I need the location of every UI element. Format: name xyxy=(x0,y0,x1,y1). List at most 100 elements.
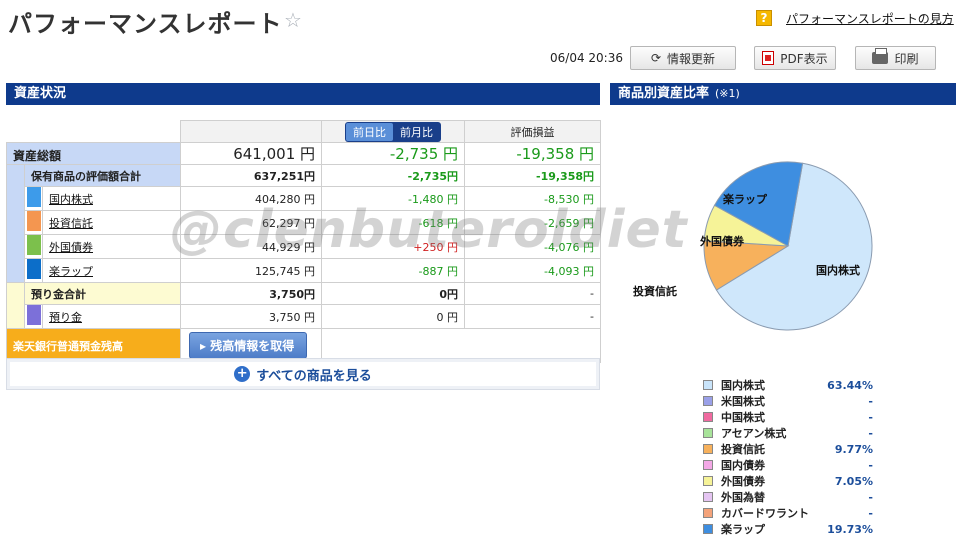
item-swatch xyxy=(27,259,41,279)
see-all-bar: + すべての商品を見る xyxy=(6,358,600,390)
legend-name: 楽ラップ xyxy=(721,523,765,536)
legend-swatch xyxy=(703,492,713,502)
holdings-change: -2,735円 xyxy=(321,164,466,187)
legend-item: アセアン株式 - xyxy=(703,425,873,441)
deposit-change: 0 円 xyxy=(321,304,466,329)
allocation-section-title: 商品別資産比率 xyxy=(618,86,710,101)
legend-value: - xyxy=(868,410,873,424)
item-eval: -4,093 円 xyxy=(464,258,602,283)
refresh-label: 情報更新 xyxy=(667,51,716,66)
swatch-cell xyxy=(24,234,43,259)
item-label-cell: 預り金 xyxy=(41,304,182,329)
legend-item: 外国債券 7.05% xyxy=(703,473,873,489)
legend-name: カバードワラント xyxy=(721,507,809,520)
total-eval: -19,358 円 xyxy=(464,142,602,165)
get-balance-button[interactable]: ▸ 残高情報を取得 xyxy=(189,332,308,359)
holdings-label: 保有商品の評価額合計 xyxy=(23,164,182,187)
legend-value: - xyxy=(868,506,873,520)
legend-name: アセアン株式 xyxy=(721,427,787,440)
legend-swatch xyxy=(703,524,713,534)
table-row: 国内株式 404,280 円 -1,480 円 -8,530 円 xyxy=(7,186,602,211)
change-toggle-cell: 前日比 前月比 xyxy=(321,120,466,143)
item-label-cell: 国内株式 xyxy=(41,186,182,211)
item-change: -887 円 xyxy=(321,258,466,283)
deposit-link[interactable]: 預り金 xyxy=(49,311,82,324)
help-link[interactable]: パフォーマンスレポートの見方 xyxy=(786,10,954,27)
item-swatch xyxy=(27,235,41,255)
item-link[interactable]: 楽ラップ xyxy=(49,265,93,278)
swatch-cell xyxy=(24,186,43,211)
header-eval: 評価損益 xyxy=(464,120,602,143)
pdf-label: PDF表示 xyxy=(780,51,828,66)
favorite-star-icon[interactable]: ☆ xyxy=(284,8,302,32)
table-header-row: 前日比 前月比 評価損益 xyxy=(5,120,602,143)
pie-label: 国内株式 xyxy=(816,263,860,277)
swatch-cell xyxy=(24,304,43,329)
table-row: 外国債券 44,929 円 +250 円 -4,076 円 xyxy=(7,234,602,259)
print-button[interactable]: 印刷 xyxy=(855,46,936,70)
header-value xyxy=(180,120,323,143)
deposit-total-change: 0円 xyxy=(321,282,466,305)
page-title: パフォーマンスレポート xyxy=(8,10,283,38)
header-blank xyxy=(5,120,182,143)
total-change: -2,735 円 xyxy=(321,142,466,165)
swatch-cell xyxy=(24,258,43,283)
item-link[interactable]: 国内株式 xyxy=(49,193,93,206)
pie-label: 外国債券 xyxy=(699,234,745,248)
allocation-section-header: 商品別資産比率 (※1) xyxy=(610,83,956,105)
item-link[interactable]: 投資信託 xyxy=(49,217,93,230)
toggle-monthly[interactable]: 前月比 xyxy=(393,123,440,141)
legend-name: 投資信託 xyxy=(721,443,765,456)
legend-item: 投資信託 9.77% xyxy=(703,441,873,457)
holdings-row: 保有商品の評価額合計 637,251円 -2,735円 -19,358円 xyxy=(6,164,602,283)
deposit-eval: - xyxy=(464,304,602,329)
table-row: 楽ラップ 125,745 円 -887 円 -4,093 円 xyxy=(7,258,602,283)
help-icon[interactable]: ? xyxy=(756,10,772,26)
item-link[interactable]: 外国債券 xyxy=(49,241,93,254)
assets-table: 前日比 前月比 評価損益 資産総額 641,001 円 -2,735 円 -19… xyxy=(5,120,602,363)
legend-swatch xyxy=(703,396,713,406)
item-change: -618 円 xyxy=(321,210,466,235)
legend-swatch xyxy=(703,444,713,454)
item-change: -1,480 円 xyxy=(321,186,466,211)
deposit-total-eval: - xyxy=(464,282,602,305)
allocation-legend: 国内株式 63.44% 米国株式 - 中国株式 - アセアン株式 - 投資信託 9.77% 国内債券… xyxy=(703,377,873,537)
legend-item: 国内債券 - xyxy=(703,457,873,473)
legend-item: 外国為替 - xyxy=(703,489,873,505)
item-eval: -8,530 円 xyxy=(464,186,602,211)
legend-item: 中国株式 - xyxy=(703,409,873,425)
item-value: 62,297 円 xyxy=(180,210,323,235)
see-all-button[interactable]: + すべての商品を見る xyxy=(10,362,596,386)
item-change: +250 円 xyxy=(321,234,466,259)
legend-swatch xyxy=(703,476,713,486)
item-label-cell: 外国債券 xyxy=(41,234,182,259)
print-label: 印刷 xyxy=(894,51,919,66)
pdf-button[interactable]: PDF表示 xyxy=(754,46,836,70)
item-value: 125,745 円 xyxy=(180,258,323,283)
swatch-cell xyxy=(24,210,43,235)
toggle-daily[interactable]: 前日比 xyxy=(346,122,394,141)
item-swatch xyxy=(27,211,41,231)
item-value: 44,929 円 xyxy=(180,234,323,259)
refresh-button[interactable]: ⟳ 情報更新 xyxy=(630,46,736,70)
allocation-pie-chart: 国内株式投資信託 外国債券 楽ラップ xyxy=(633,161,873,331)
legend-name: 中国株式 xyxy=(721,411,765,424)
pdf-icon xyxy=(762,51,775,65)
item-eval: -2,659 円 xyxy=(464,210,602,235)
deposit-total-value: 3,750円 xyxy=(180,282,323,305)
change-toggle: 前日比 前月比 xyxy=(345,121,442,142)
legend-value: - xyxy=(868,458,873,472)
legend-value: 9.77% xyxy=(834,442,873,456)
legend-item: 米国株式 - xyxy=(703,393,873,409)
legend-name: 国内株式 xyxy=(721,379,765,392)
deposit-total-row: 預り金合計 3,750円 0円 - xyxy=(6,282,602,329)
pie-label: 投資信託 xyxy=(633,284,677,298)
item-swatch xyxy=(27,187,41,207)
total-label: 資産総額 xyxy=(5,142,182,165)
legend-swatch xyxy=(703,460,713,470)
deposit-total-label: 預り金合計 xyxy=(23,282,182,305)
indent-cell xyxy=(6,282,25,329)
holdings-value: 637,251円 xyxy=(180,164,323,187)
total-row: 資産総額 641,001 円 -2,735 円 -19,358 円 xyxy=(5,142,602,165)
update-timestamp: 06/04 20:36 xyxy=(550,51,623,65)
